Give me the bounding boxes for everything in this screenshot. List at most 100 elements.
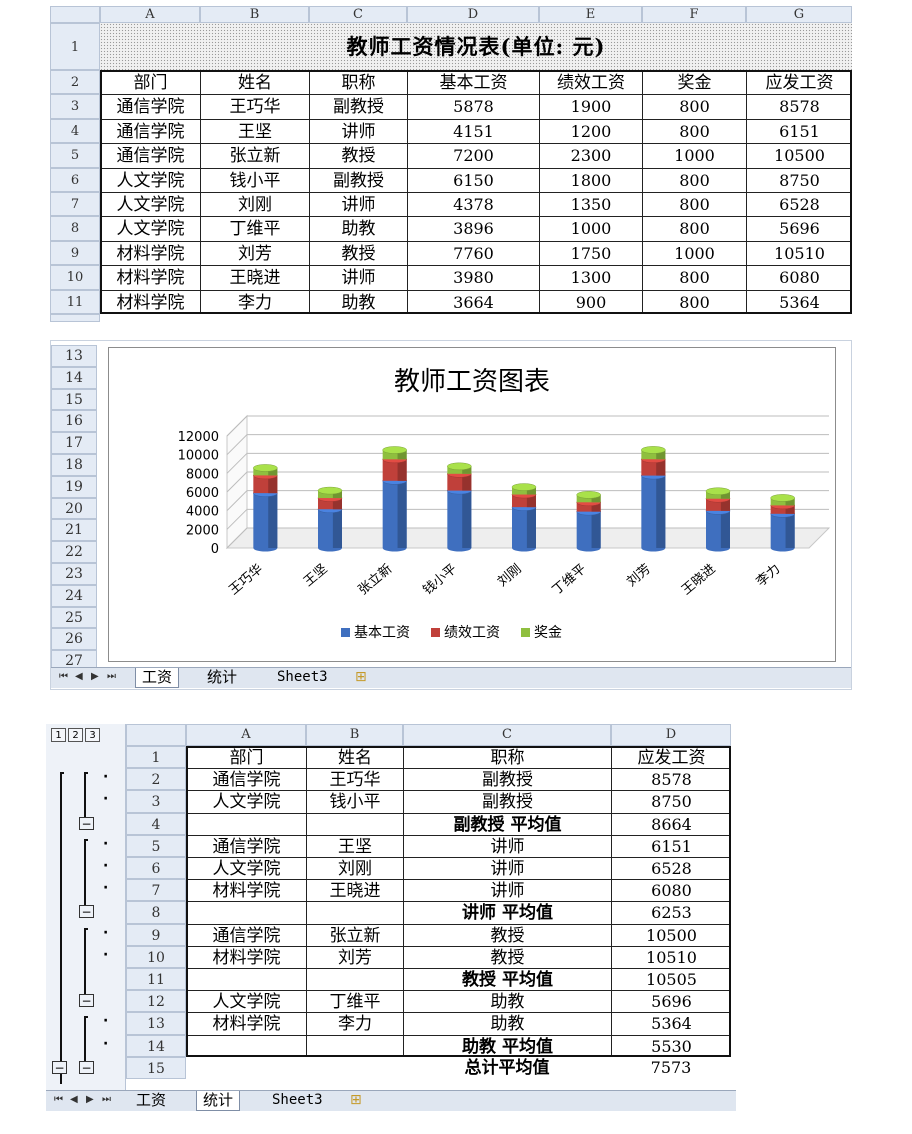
column-title-cell[interactable]: 部门: [100, 70, 200, 95]
row-header[interactable]: 7: [50, 192, 100, 217]
table-cell[interactable]: 人文学院: [100, 167, 200, 192]
table-cell[interactable]: [186, 901, 306, 924]
sheet-tab[interactable]: 工资: [130, 1091, 172, 1110]
table-cell[interactable]: 王巧华: [306, 768, 403, 791]
column-header[interactable]: D: [611, 724, 731, 746]
column-title-cell[interactable]: 基本工资: [407, 70, 539, 95]
sheet-tab[interactable]: 工资: [135, 668, 180, 688]
table-cell[interactable]: 教授: [309, 143, 407, 168]
subtotal-label-cell[interactable]: 副教授 平均值: [403, 812, 611, 835]
table-cell[interactable]: 副教授: [403, 790, 611, 813]
table-cell[interactable]: 2300: [539, 143, 642, 168]
row-header[interactable]: 1: [50, 23, 100, 70]
column-title-cell[interactable]: 绩效工资: [539, 70, 642, 95]
column-header[interactable]: A: [100, 6, 200, 23]
table-cell[interactable]: 1750: [539, 240, 642, 266]
row-header[interactable]: 16: [51, 410, 97, 433]
table-cell[interactable]: 800: [642, 216, 746, 241]
table-cell[interactable]: [306, 968, 403, 991]
table-cell[interactable]: 1300: [539, 265, 642, 290]
table-cell[interactable]: 800: [642, 167, 746, 192]
table-cell[interactable]: 李力: [200, 289, 309, 314]
table-cell[interactable]: 刘芳: [306, 945, 403, 968]
table-cell[interactable]: 6151: [746, 118, 852, 144]
table-cell[interactable]: 6253: [611, 901, 731, 924]
table-cell[interactable]: 王坚: [306, 834, 403, 857]
table-cell[interactable]: 10505: [611, 968, 731, 991]
table-cell[interactable]: 5696: [746, 216, 852, 241]
prev-sheet-button[interactable]: ◀: [70, 1094, 78, 1105]
column-header[interactable]: E: [539, 6, 642, 23]
last-sheet-button[interactable]: ⏭: [107, 671, 116, 682]
table-cell[interactable]: 5364: [611, 1012, 731, 1035]
sheet-tab[interactable]: 统计: [201, 668, 243, 687]
table-cell[interactable]: 800: [642, 118, 746, 144]
table-cell[interactable]: 1900: [539, 94, 642, 119]
column-title-cell[interactable]: 姓名: [306, 746, 403, 769]
table-cell[interactable]: 刘刚: [200, 192, 309, 217]
subtotal-label-cell[interactable]: 教授 平均值: [403, 968, 611, 991]
table-cell[interactable]: 教授: [309, 240, 407, 266]
subtotal-label-cell[interactable]: 助教 平均值: [403, 1034, 611, 1057]
select-all-corner[interactable]: [126, 724, 186, 746]
row-header[interactable]: 3: [126, 790, 186, 813]
row-header[interactable]: 19: [51, 475, 97, 498]
table-cell[interactable]: 副教授: [403, 768, 611, 791]
row-header[interactable]: 11: [126, 968, 186, 991]
table-cell[interactable]: 1000: [642, 240, 746, 266]
row-header[interactable]: 15: [126, 1056, 186, 1079]
table-cell[interactable]: 5364: [746, 289, 852, 314]
table-cell[interactable]: 通信学院: [100, 118, 200, 144]
table-cell[interactable]: 张立新: [306, 923, 403, 946]
next-sheet-button[interactable]: ▶: [86, 1094, 94, 1105]
first-sheet-button[interactable]: ⏮: [59, 671, 68, 682]
row-header[interactable]: 22: [51, 541, 97, 563]
row-header[interactable]: 23: [51, 563, 97, 585]
table-cell[interactable]: 8578: [611, 768, 731, 791]
select-all-corner[interactable]: [50, 6, 100, 23]
column-title-cell[interactable]: 部门: [186, 746, 306, 769]
table-cell[interactable]: 材料学院: [100, 240, 200, 266]
sheet-tab[interactable]: 统计: [196, 1091, 241, 1111]
row-header[interactable]: 4: [126, 812, 186, 835]
table-cell[interactable]: 1000: [539, 216, 642, 241]
column-header[interactable]: G: [746, 6, 852, 23]
row-header[interactable]: 4: [50, 118, 100, 144]
row-header[interactable]: 13: [51, 345, 97, 367]
table-cell[interactable]: 通信学院: [186, 923, 306, 946]
row-header[interactable]: 11: [50, 289, 100, 314]
table-cell[interactable]: 讲师: [403, 834, 611, 857]
table-cell[interactable]: 讲师: [309, 265, 407, 290]
column-title-cell[interactable]: 职称: [403, 746, 611, 769]
column-title-cell[interactable]: 应发工资: [746, 70, 852, 95]
table-cell[interactable]: 通信学院: [100, 143, 200, 168]
row-header[interactable]: 8: [126, 901, 186, 924]
table-cell[interactable]: [186, 812, 306, 835]
table-cell[interactable]: 讲师: [309, 118, 407, 144]
table-cell[interactable]: 材料学院: [186, 945, 306, 968]
table-cell[interactable]: 通信学院: [100, 94, 200, 119]
table-cell[interactable]: 人文学院: [186, 990, 306, 1013]
row-header[interactable]: 18: [51, 454, 97, 476]
insert-sheet-icon[interactable]: ⊞: [350, 1092, 362, 1108]
table-cell[interactable]: 6151: [611, 834, 731, 857]
table-cell[interactable]: 6150: [407, 167, 539, 192]
table-cell[interactable]: [186, 968, 306, 991]
table-cell[interactable]: 5878: [407, 94, 539, 119]
table-cell[interactable]: 丁维平: [306, 990, 403, 1013]
outline-level-2-button[interactable]: 2: [68, 728, 83, 742]
collapse-group-button[interactable]: −: [79, 816, 94, 830]
table-cell[interactable]: 材料学院: [100, 265, 200, 290]
table-cell[interactable]: 钱小平: [200, 167, 309, 192]
table-cell[interactable]: 刘刚: [306, 857, 403, 880]
row-header[interactable]: 10: [126, 945, 186, 968]
column-header[interactable]: F: [642, 6, 746, 23]
table-cell[interactable]: 讲师: [403, 879, 611, 902]
table-cell[interactable]: 10510: [746, 240, 852, 266]
column-header[interactable]: C: [309, 6, 407, 23]
table-cell[interactable]: 助教: [403, 990, 611, 1013]
table-cell[interactable]: 李力: [306, 1012, 403, 1035]
table-cell[interactable]: [186, 1034, 306, 1057]
first-sheet-button[interactable]: ⏮: [54, 1094, 63, 1105]
table-cell[interactable]: 4378: [407, 192, 539, 217]
